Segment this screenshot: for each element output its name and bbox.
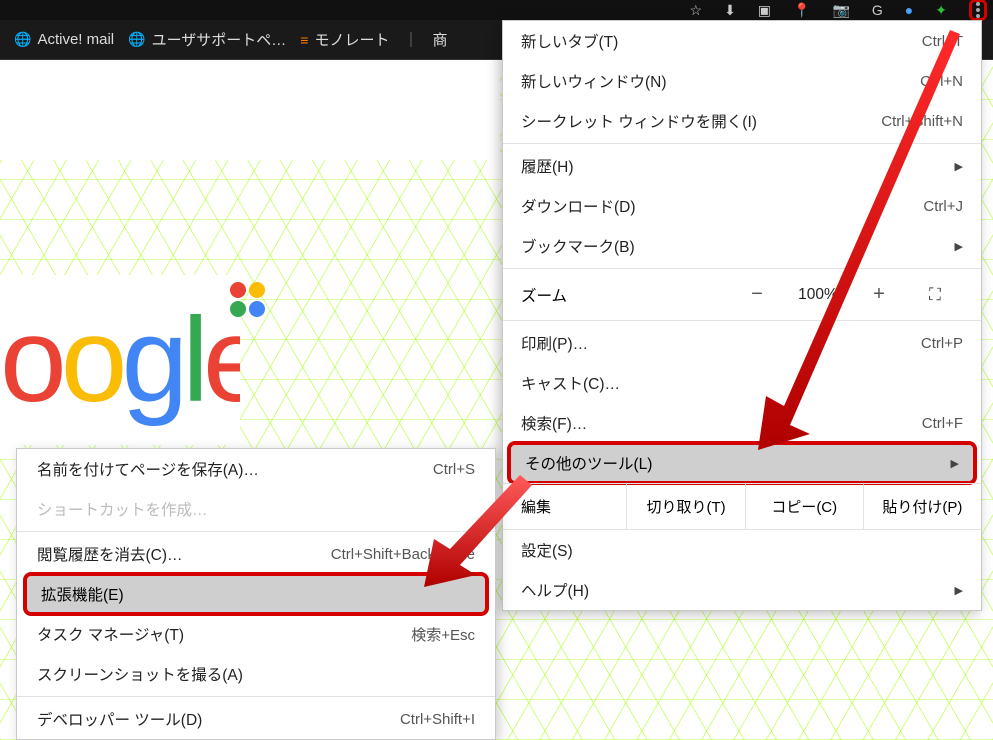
menu-separator <box>503 143 981 144</box>
menu-shortcut: Ctrl+Shift+N <box>881 113 963 130</box>
menu-label: ヘルプ(H) <box>521 579 589 601</box>
menu-print[interactable]: 印刷(P)… Ctrl+P <box>503 323 981 363</box>
zoom-in-button[interactable]: + <box>851 283 907 306</box>
menu-separator <box>17 531 495 532</box>
chevron-right-icon: ▶ <box>955 584 963 597</box>
menu-label: キャスト(C)… <box>521 372 620 394</box>
submenu-clear-history[interactable]: 閲覧履歴を消去(C)… Ctrl+Shift+Backspace <box>17 534 495 574</box>
edit-cut[interactable]: 切り取り(T) <box>626 484 744 529</box>
more-tools-submenu: 名前を付けてページを保存(A)… Ctrl+S ショートカットを作成… 閲覧履歴を… <box>16 448 496 740</box>
menu-label: 設定(S) <box>521 539 573 561</box>
submenu-screenshot[interactable]: スクリーンショットを撮る(A) <box>17 654 495 694</box>
menu-shortcut: Ctrl+Shift+I <box>400 711 475 728</box>
menu-shortcut: 検索+Esc <box>411 624 475 645</box>
menu-label: 印刷(P)… <box>521 332 588 354</box>
google-ext-icon[interactable]: G <box>872 2 883 18</box>
edit-paste[interactable]: 貼り付け(P) <box>863 484 981 529</box>
bookmark-label: モノレート <box>314 29 389 50</box>
submenu-devtools[interactable]: デベロッパー ツール(D) Ctrl+Shift+I <box>17 699 495 739</box>
globe-icon: 🌐 <box>14 31 31 48</box>
menu-label: デベロッパー ツール(D) <box>37 708 202 730</box>
google-apps-icon <box>230 282 265 317</box>
menu-shortcut: Ctrl+J <box>923 198 963 215</box>
menu-separator <box>503 320 981 321</box>
bookmark-separator: ｜ <box>403 29 418 50</box>
menu-bookmarks[interactable]: ブックマーク(B) ▶ <box>503 226 981 266</box>
google-logo-text: oogle <box>0 291 240 429</box>
menu-label: 拡張機能(E) <box>41 583 124 605</box>
chrome-menu-button[interactable] <box>969 0 987 21</box>
bookmark-monorate[interactable]: ≡ モノレート <box>300 29 389 50</box>
edit-copy[interactable]: コピー(C) <box>745 484 863 529</box>
menu-shortcut: Ctrl+S <box>433 461 475 478</box>
bg-whiteblock <box>0 60 500 160</box>
menu-label: シークレット ウィンドウを開く(I) <box>521 110 757 132</box>
bookmark-shou[interactable]: 商 <box>432 29 447 50</box>
fullscreen-icon[interactable]: ⛶ <box>907 285 963 305</box>
edit-label: 編集 <box>503 484 626 529</box>
menu-separator <box>503 268 981 269</box>
menu-zoom: ズーム − 100% + ⛶ <box>503 271 981 318</box>
google-logo-area: oogle <box>0 275 240 445</box>
chrome-main-menu: 新しいタブ(T) Ctrl+T 新しいウィンドウ(N) Ctrl+N シークレット … <box>502 20 982 611</box>
chevron-right-icon: ▶ <box>951 457 959 470</box>
bookmark-label: Active! mail <box>37 31 114 48</box>
kebab-icon <box>976 2 980 18</box>
menu-shortcut: Ctrl+Shift+Backspace <box>331 546 475 563</box>
bookmark-label: ユーザサポートペ… <box>152 29 287 50</box>
submenu-extensions[interactable]: 拡張機能(E) <box>23 572 489 616</box>
submenu-task-manager[interactable]: タスク マネージャ(T) 検索+Esc <box>17 614 495 654</box>
menu-label: ダウンロード(D) <box>521 195 636 217</box>
menu-label: ショートカットを作成… <box>37 498 208 520</box>
menu-history[interactable]: 履歴(H) ▶ <box>503 146 981 186</box>
office-icon[interactable]: ▣ <box>758 2 771 19</box>
menu-separator <box>17 696 495 697</box>
menu-label: 新しいタブ(T) <box>521 30 618 52</box>
menu-help[interactable]: ヘルプ(H) ▶ <box>503 570 981 610</box>
menu-incognito[interactable]: シークレット ウィンドウを開く(I) Ctrl+Shift+N <box>503 101 981 141</box>
zoom-value: 100% <box>785 286 851 304</box>
zoom-label: ズーム <box>521 284 729 306</box>
menu-label: 名前を付けてページを保存(A)… <box>37 458 259 480</box>
menu-shortcut: Ctrl+F <box>922 415 963 432</box>
star-icon[interactable]: ☆ <box>690 2 703 19</box>
menu-more-tools[interactable]: その他のツール(L) ▶ <box>507 441 977 485</box>
menu-settings[interactable]: 設定(S) <box>503 530 981 570</box>
chevron-right-icon: ▶ <box>955 240 963 253</box>
monorate-icon: ≡ <box>300 32 308 48</box>
menu-new-window[interactable]: 新しいウィンドウ(N) Ctrl+N <box>503 61 981 101</box>
download-icon[interactable]: ⬇ <box>724 2 736 19</box>
menu-label: その他のツール(L) <box>525 452 652 474</box>
zoom-out-button[interactable]: − <box>729 283 785 306</box>
chevron-right-icon: ▶ <box>955 160 963 173</box>
globe-icon: 🌐 <box>128 31 145 48</box>
menu-edit-row: 編集 切り取り(T) コピー(C) 貼り付け(P) <box>503 483 981 530</box>
menu-label: 新しいウィンドウ(N) <box>521 70 667 92</box>
browser-toolbar: ☆ ⬇ ▣ 📍 📷 G ● ✦ <box>0 0 993 20</box>
menu-shortcut: Ctrl+N <box>920 73 963 90</box>
menu-downloads[interactable]: ダウンロード(D) Ctrl+J <box>503 186 981 226</box>
menu-label: 検索(F)… <box>521 412 587 434</box>
bookmark-label: 商 <box>432 29 447 50</box>
menu-label: スクリーンショットを撮る(A) <box>37 663 243 685</box>
menu-label: 閲覧履歴を消去(C)… <box>37 543 183 565</box>
menu-new-tab[interactable]: 新しいタブ(T) Ctrl+T <box>503 21 981 61</box>
bookmark-user-support[interactable]: 🌐 ユーザサポートペ… <box>128 29 286 50</box>
extensions-puzzle-icon[interactable]: ✦ <box>935 2 947 19</box>
menu-shortcut: Ctrl+T <box>922 33 963 50</box>
menu-label: タスク マネージャ(T) <box>37 623 184 645</box>
menu-find[interactable]: 検索(F)… Ctrl+F <box>503 403 981 443</box>
menu-label: 履歴(H) <box>521 155 574 177</box>
menu-shortcut: Ctrl+P <box>921 335 963 352</box>
blue-dot-icon[interactable]: ● <box>905 2 913 18</box>
pin-icon[interactable]: 📍 <box>793 2 810 19</box>
menu-cast[interactable]: キャスト(C)… <box>503 363 981 403</box>
submenu-create-shortcut: ショートカットを作成… <box>17 489 495 529</box>
submenu-save-page[interactable]: 名前を付けてページを保存(A)… Ctrl+S <box>17 449 495 489</box>
bookmark-active-mail[interactable]: 🌐 Active! mail <box>14 31 114 48</box>
menu-label: ブックマーク(B) <box>521 235 635 257</box>
camera-icon[interactable]: 📷 <box>832 2 849 19</box>
